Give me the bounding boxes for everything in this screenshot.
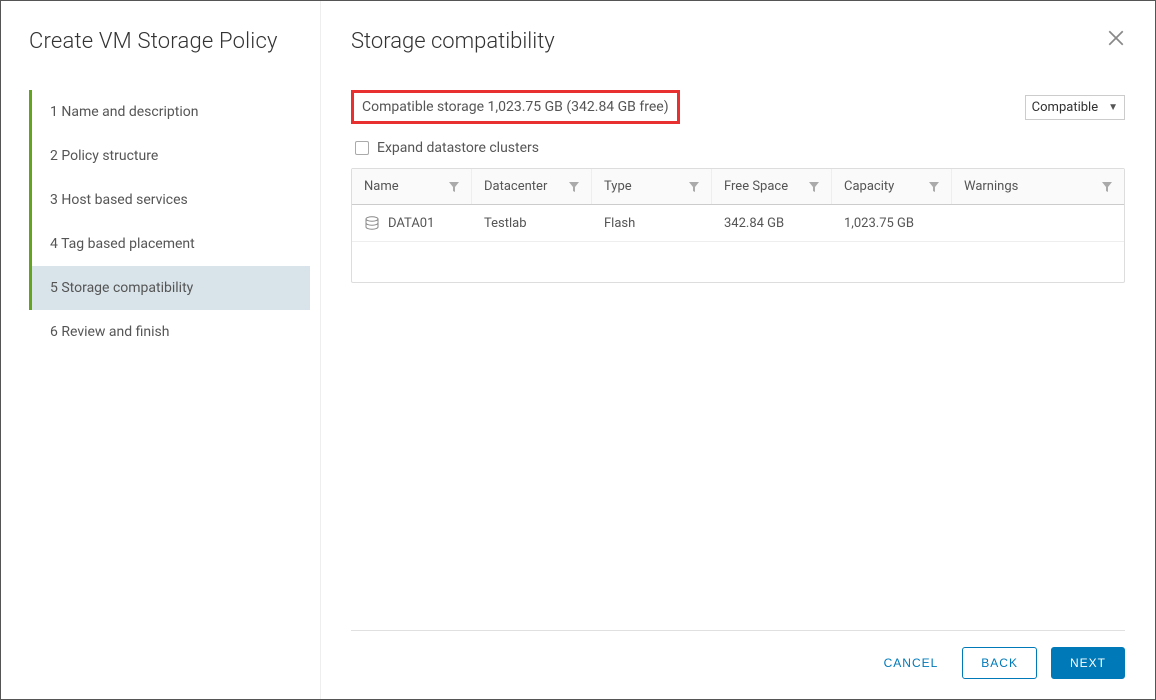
datastore-icon — [364, 215, 380, 231]
step-host-based-services[interactable]: 3 Host based services — [29, 178, 310, 222]
column-label: Datacenter — [484, 179, 547, 194]
step-label: Name and description — [61, 104, 198, 120]
dialog-footer: CANCEL BACK NEXT — [351, 630, 1125, 679]
filter-icon[interactable] — [809, 182, 819, 192]
cell-name: DATA01 — [352, 205, 472, 241]
filter-icon[interactable] — [929, 182, 939, 192]
back-button[interactable]: BACK — [962, 647, 1037, 679]
dialog: Create VM Storage Policy 1 Name and desc… — [0, 0, 1156, 700]
checkbox-label: Expand datastore clusters — [377, 140, 539, 156]
step-number: 5 — [50, 280, 58, 296]
chevron-down-icon: ▼ — [1108, 102, 1118, 113]
step-number: 1 — [50, 104, 58, 120]
table-empty-space — [352, 242, 1124, 282]
step-label: Host based services — [61, 192, 187, 208]
table-row[interactable]: DATA01 Testlab Flash 342.84 GB 1,023.75 … — [352, 205, 1124, 242]
cell-capacity: 1,023.75 GB — [832, 205, 952, 241]
step-storage-compatibility[interactable]: 5 Storage compatibility — [29, 266, 310, 310]
step-number: 3 — [50, 192, 58, 208]
column-label: Free Space — [724, 179, 788, 194]
step-policy-structure[interactable]: 2 Policy structure — [29, 134, 310, 178]
filter-icon[interactable] — [689, 182, 699, 192]
step-review-and-finish[interactable]: 6 Review and finish — [29, 310, 310, 354]
compatibility-dropdown[interactable]: Compatible ▼ — [1025, 95, 1125, 120]
checkbox-icon — [355, 141, 369, 155]
step-label: Storage compatibility — [61, 280, 193, 296]
next-button[interactable]: NEXT — [1051, 647, 1125, 679]
summary-row: Compatible storage 1,023.75 GB (342.84 G… — [351, 90, 1125, 124]
wizard-steps: 1 Name and description 2 Policy structur… — [29, 90, 320, 354]
column-header-name[interactable]: Name — [352, 169, 472, 204]
dropdown-selected: Compatible — [1032, 100, 1098, 115]
step-label: Policy structure — [61, 148, 158, 164]
compatible-summary: Compatible storage 1,023.75 GB (342.84 G… — [351, 90, 680, 124]
expand-clusters-checkbox[interactable]: Expand datastore clusters — [355, 140, 1125, 156]
table-body: DATA01 Testlab Flash 342.84 GB 1,023.75 … — [352, 205, 1124, 282]
column-header-capacity[interactable]: Capacity — [832, 169, 952, 204]
column-header-datacenter[interactable]: Datacenter — [472, 169, 592, 204]
wizard-sidebar: Create VM Storage Policy 1 Name and desc… — [1, 1, 321, 699]
table-header: Name Datacenter Type Free Space Capacity — [352, 169, 1124, 205]
step-name-and-description[interactable]: 1 Name and description — [29, 90, 310, 134]
cell-value: DATA01 — [388, 216, 434, 231]
cell-value: 342.84 GB — [724, 216, 784, 231]
step-number: 6 — [50, 324, 58, 340]
datastore-table: Name Datacenter Type Free Space Capacity — [351, 168, 1125, 283]
column-header-freespace[interactable]: Free Space — [712, 169, 832, 204]
page-title: Storage compatibility — [351, 29, 1125, 54]
filter-icon[interactable] — [1102, 182, 1112, 192]
cancel-button[interactable]: CANCEL — [874, 648, 949, 678]
main-panel: Storage compatibility Compatible storage… — [321, 1, 1155, 699]
cell-value: 1,023.75 GB — [844, 216, 914, 231]
step-label: Review and finish — [61, 324, 169, 340]
cell-datacenter: Testlab — [472, 205, 592, 241]
cell-value: Testlab — [484, 216, 527, 231]
filter-icon[interactable] — [569, 182, 579, 192]
column-label: Name — [364, 179, 399, 194]
step-number: 4 — [50, 236, 58, 252]
cell-freespace: 342.84 GB — [712, 205, 832, 241]
cell-warnings — [952, 205, 1124, 241]
column-header-warnings[interactable]: Warnings — [952, 169, 1124, 204]
filter-icon[interactable] — [449, 182, 459, 192]
close-icon[interactable] — [1107, 29, 1125, 47]
column-header-type[interactable]: Type — [592, 169, 712, 204]
column-label: Warnings — [964, 179, 1018, 194]
step-number: 2 — [50, 148, 58, 164]
wizard-title: Create VM Storage Policy — [29, 29, 320, 54]
step-tag-based-placement[interactable]: 4 Tag based placement — [29, 222, 310, 266]
step-label: Tag based placement — [61, 236, 195, 252]
column-label: Type — [604, 179, 632, 194]
column-label: Capacity — [844, 179, 894, 194]
cell-type: Flash — [592, 205, 712, 241]
cell-value: Flash — [604, 216, 635, 231]
